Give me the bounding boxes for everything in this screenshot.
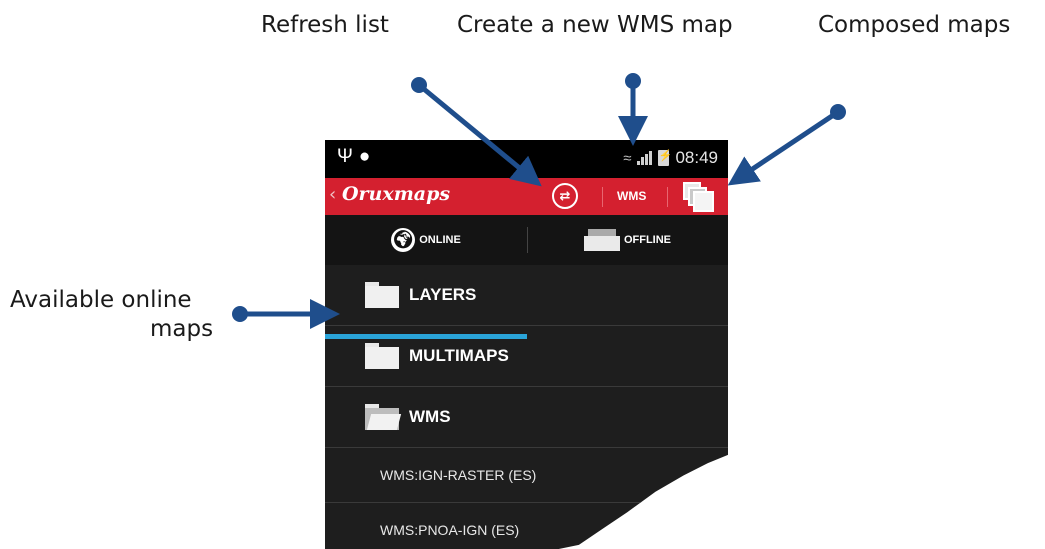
composed-arrow xyxy=(727,109,840,186)
refresh-arrow xyxy=(417,83,542,187)
callout-arrows xyxy=(232,73,846,329)
